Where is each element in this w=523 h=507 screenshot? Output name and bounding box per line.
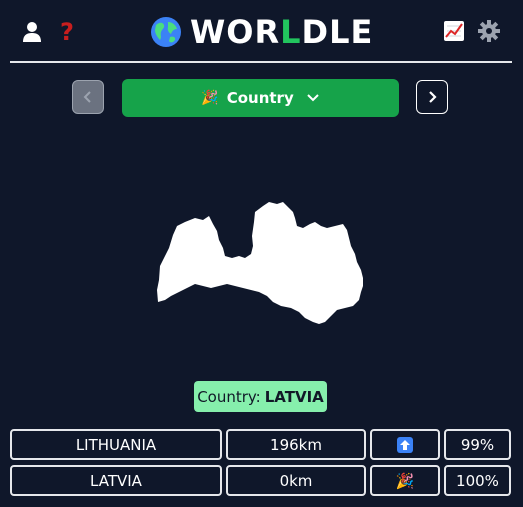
previous-button[interactable] (72, 80, 104, 114)
country-silhouette (157, 202, 363, 324)
logo-text: WORLDLE (190, 13, 374, 51)
mode-dropdown-button[interactable]: 🎉 Country (122, 79, 399, 117)
header-divider (10, 61, 512, 63)
arrow-up-icon (397, 436, 413, 453)
next-button[interactable] (416, 80, 448, 114)
party-icon: 🎉 (201, 90, 219, 106)
gear-icon[interactable] (477, 19, 501, 43)
mode-label: Country (226, 89, 294, 107)
party-icon: 🎉 (395, 471, 415, 490)
guess-proximity: 99% (444, 429, 511, 460)
guess-distance: 196km (226, 429, 366, 460)
chevron-left-icon (83, 91, 91, 103)
guess-distance: 0km (226, 465, 366, 496)
user-icon[interactable] (21, 20, 43, 44)
stats-icon[interactable] (442, 19, 466, 43)
guess-direction (370, 429, 440, 460)
guess-country: LITHUANIA (10, 429, 222, 460)
help-icon[interactable]: ? (56, 18, 78, 46)
answer-value: LATVIA (264, 387, 324, 406)
logo: WORLDLE (150, 12, 373, 52)
header: ? WORLDLE (0, 0, 523, 64)
chevron-down-icon (306, 93, 320, 103)
chevron-right-icon (429, 91, 437, 103)
globe-icon (151, 17, 181, 47)
answer-prefix: Country: (197, 387, 261, 406)
guess-proximity: 100% (444, 465, 511, 496)
guess-country: LATVIA (10, 465, 222, 496)
guess-direction: 🎉 (370, 465, 440, 496)
answer-badge: Country: LATVIA (194, 381, 327, 412)
